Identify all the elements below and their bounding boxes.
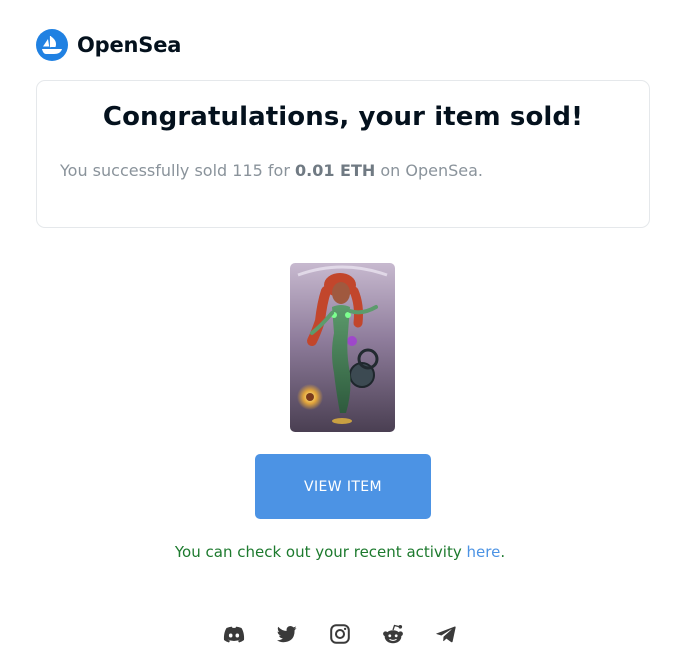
sale-price: 0.01 ETH	[295, 161, 376, 180]
discord-icon[interactable]	[222, 622, 246, 646]
activity-text: You can check out your recent activity h…	[0, 543, 680, 561]
activity-text-prefix: You can check out your recent activity	[174, 543, 467, 561]
nft-item-image[interactable]	[290, 263, 395, 432]
social-links	[222, 622, 458, 646]
sale-message-suffix: on OpenSea.	[375, 161, 484, 180]
header: OpenSea	[36, 28, 181, 62]
sale-message-prefix: You successfully sold 115 for	[60, 161, 295, 180]
instagram-icon[interactable]	[328, 622, 352, 646]
telegram-icon[interactable]	[434, 622, 458, 646]
sale-card: Congratulations, your item sold! You suc…	[36, 80, 650, 228]
activity-text-trailing: .	[500, 543, 506, 561]
reddit-icon[interactable]	[381, 622, 405, 646]
activity-here-link[interactable]: here	[467, 543, 501, 561]
opensea-logo-icon[interactable]	[36, 29, 68, 61]
sale-message: You successfully sold 115 for 0.01 ETH o…	[60, 161, 483, 180]
sale-title: Congratulations, your item sold!	[102, 102, 584, 132]
brand-name: OpenSea	[77, 33, 182, 57]
twitter-icon[interactable]	[275, 622, 299, 646]
view-item-button[interactable]: VIEW ITEM	[255, 454, 431, 519]
